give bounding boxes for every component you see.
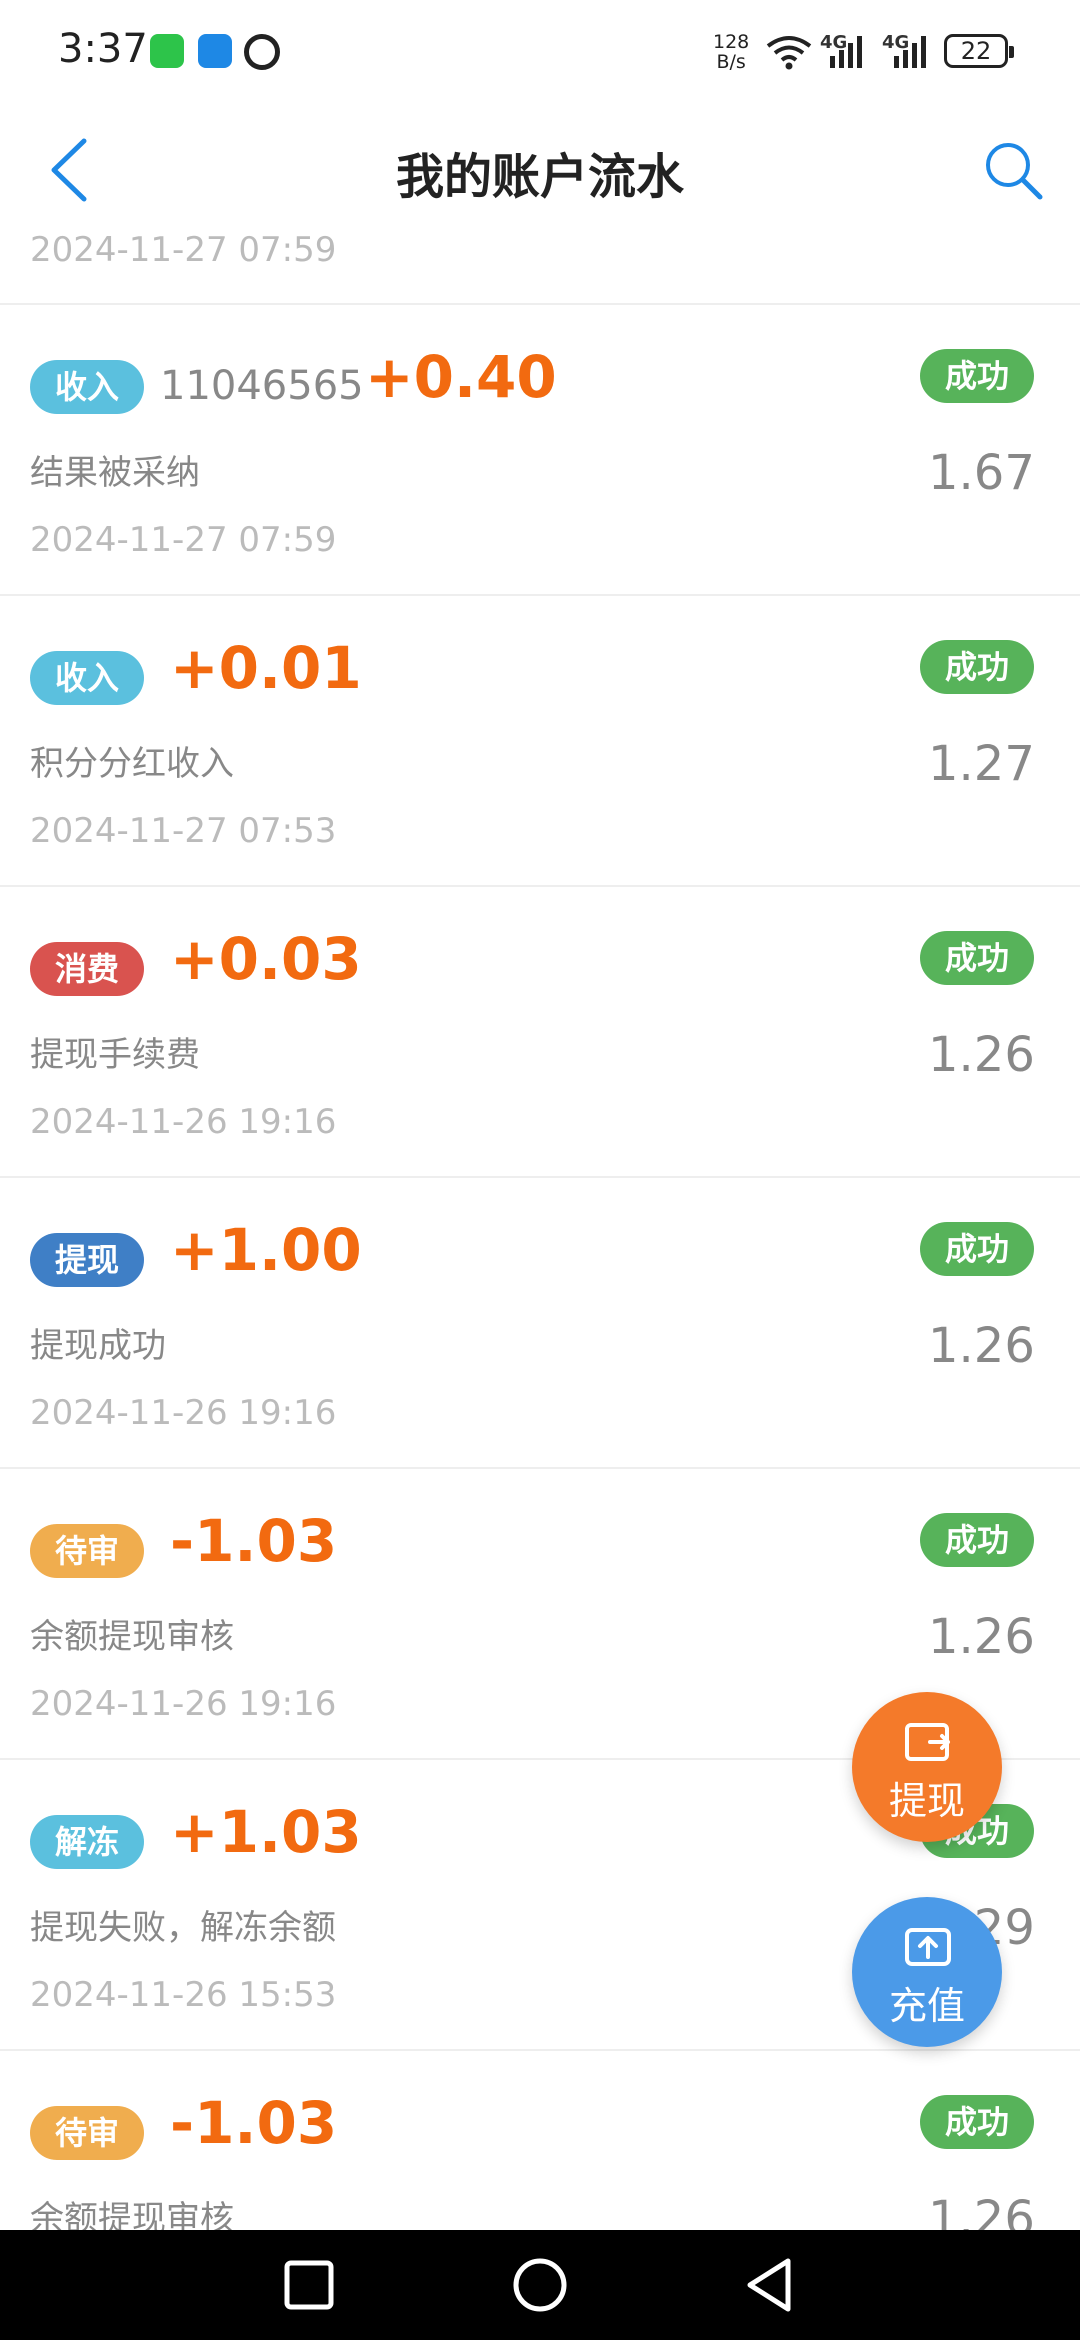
amount: -1.03 [170,1507,338,1575]
description: 提现成功 [30,1326,166,1366]
recent-apps-icon[interactable] [279,2255,339,2315]
amount: +1.03 [170,1798,362,1866]
list-item[interactable]: 收入 11046565 +0.40 成功 结果被采纳 1.67 2024-11-… [0,305,1080,596]
type-badge: 收入 [30,360,144,414]
list-item-date: 2024-11-27 07:59 [30,520,337,560]
message-icon [198,34,232,68]
list-item[interactable]: 收入 +0.01 成功 积分分红收入 1.27 2024-11-27 07:53 [0,596,1080,887]
balance: 1.26 [928,1609,1035,1665]
balance: 1.26 [928,2191,1035,2230]
wechat-icon [150,34,184,68]
status-badge: 成功 [920,1513,1034,1567]
system-nav-bar [0,2230,1080,2340]
balance: 1.26 [928,1318,1035,1374]
net-speed-unit: B/s [716,51,746,73]
amount: -1.03 [170,2089,338,2157]
alarm-icon [244,34,280,70]
status-bar: 3:37 128 B/s 4G 4G 22 [0,0,1080,105]
home-icon[interactable] [510,2255,570,2315]
amount: +0.03 [170,925,362,993]
description: 余额提现审核 [30,2199,234,2230]
title-bar: 我的账户流水 [0,105,1080,230]
status-badge: 成功 [920,2095,1034,2149]
battery-level: 22 [960,37,992,65]
description: 积分分红收入 [30,744,234,784]
description: 结果被采纳 [30,453,200,493]
battery-icon: 22 [944,34,1014,68]
net-speed-value: 128 [713,31,750,53]
back-icon[interactable] [740,2255,800,2315]
amount: +1.00 [170,1216,362,1284]
net-speed: 128 B/s [713,32,749,72]
list-item[interactable]: 消费 +0.03 成功 提现手续费 1.26 2024-11-26 19:16 [0,887,1080,1178]
status-badge: 成功 [920,1222,1034,1276]
list-item-date: 2024-11-26 15:53 [30,1975,337,2015]
upload-icon [905,1928,951,1966]
amount: +0.01 [170,634,362,702]
list-item-date: 2024-11-27 07:53 [30,811,337,851]
list-item-date: 2024-11-26 19:16 [30,1102,337,1142]
withdraw-button[interactable]: 提现 [852,1692,1002,1842]
balance: 1.26 [928,1027,1035,1083]
type-badge: 消费 [30,942,144,996]
description: 提现失败，解冻余额 [30,1908,336,1948]
list-item[interactable]: 提现 +1.00 成功 提现成功 1.26 2024-11-26 19:16 [0,1178,1080,1469]
status-time: 3:37 [58,26,148,72]
status-badge: 成功 [920,640,1034,694]
status-badge: 成功 [920,349,1034,403]
list-item-date: 2024-11-26 19:16 [30,1684,337,1724]
description: 提现手续费 [30,1035,200,1075]
list-item-date: 2024-11-27 07:59 [30,230,337,270]
list-item-date: 2024-11-26 19:16 [30,1393,337,1433]
status-badge: 成功 [920,931,1034,985]
type-badge: 提现 [30,1233,144,1287]
balance: 1.27 [928,736,1035,792]
description: 余额提现审核 [30,1617,234,1657]
list-item[interactable]: 待审 -1.03 成功 余额提现审核 1.26 [0,2051,1080,2230]
wallet-icon [905,1723,950,1761]
type-badge: 收入 [30,651,144,705]
page-title: 我的账户流水 [395,149,684,205]
search-icon[interactable] [982,139,1046,203]
balance: 1.67 [928,445,1035,501]
type-badge: 待审 [30,1524,144,1578]
type-badge: 解冻 [30,1815,144,1869]
recharge-button[interactable]: 充值 [852,1897,1002,2047]
withdraw-label: 提现 [888,1779,965,1823]
amount: +0.40 [365,343,557,411]
account-id: 11046565 [160,363,364,409]
type-badge: 待审 [30,2106,144,2160]
recharge-label: 充值 [888,1984,965,2028]
wifi-icon [766,36,812,70]
